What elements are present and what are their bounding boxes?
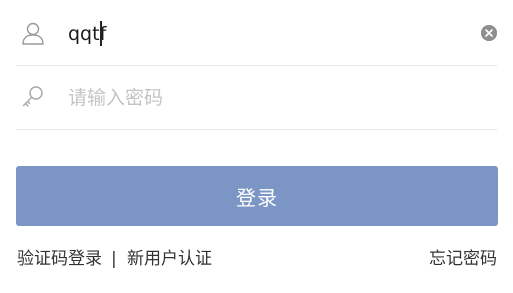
key-icon <box>20 84 46 110</box>
text-cursor <box>100 21 102 46</box>
login-page: 登录 验证码登录 | 新用户认证 忘记密码 <box>0 0 513 293</box>
forgot-password-link[interactable]: 忘记密码 <box>429 246 497 272</box>
sms-login-link[interactable]: 验证码登录 <box>17 246 102 272</box>
password-row <box>16 65 497 130</box>
clear-icon[interactable] <box>481 25 497 41</box>
login-button[interactable]: 登录 <box>16 166 498 226</box>
password-input[interactable] <box>68 82 468 114</box>
link-separator: | <box>111 249 117 269</box>
user-icon <box>20 20 46 46</box>
auxiliary-links: 验证码登录 | 新用户认证 忘记密码 <box>16 246 497 272</box>
register-link[interactable]: 新用户认证 <box>127 246 212 272</box>
username-input[interactable] <box>68 18 468 50</box>
username-row <box>16 1 497 66</box>
